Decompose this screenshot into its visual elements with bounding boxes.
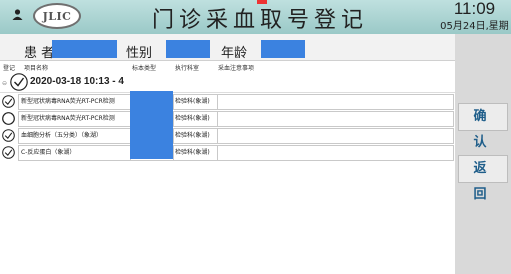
item-dept: 检验科(象湖)	[175, 98, 210, 105]
divider	[217, 95, 218, 109]
divider	[217, 129, 218, 143]
table-row[interactable]: 血细胞分析（五分类）（象湖） 检验科(象湖)	[18, 128, 454, 144]
row-check-icon[interactable]	[2, 146, 15, 159]
divider	[173, 112, 174, 126]
logo-text: JLIC	[42, 9, 72, 23]
item-dept: 检验科(象湖)	[175, 115, 210, 122]
age-label: 年龄	[221, 46, 248, 61]
group-check-icon[interactable]	[10, 73, 28, 91]
page-title: 门诊采血取号登记	[151, 8, 368, 33]
divider	[217, 112, 218, 126]
item-dept: 检验科(象湖)	[175, 132, 210, 139]
divider	[173, 129, 174, 143]
table-row[interactable]: 新型冠状病毒RNA荧光RT-PCR检测 检验科(象湖)	[18, 111, 454, 127]
group-header-text: 2020-03-18 10:13 - 4	[30, 76, 124, 87]
gender-mask	[166, 40, 210, 58]
sample-type-mask	[130, 91, 173, 159]
item-dept: 检验科(象湖)	[175, 149, 210, 156]
item-name: 新型冠状病毒RNA荧光RT-PCR检测	[21, 98, 115, 105]
divider	[173, 95, 174, 109]
age-mask	[261, 40, 305, 58]
jlic-logo: JLIC	[33, 3, 81, 29]
row-uncheck-icon[interactable]	[2, 112, 15, 125]
divider	[173, 146, 174, 160]
table-row[interactable]: C-反应蛋白（象湖） 检验科(象湖)	[18, 145, 454, 161]
patient-name-mask	[52, 40, 117, 58]
item-name: 新型冠状病毒RNA荧光RT-PCR检测	[21, 115, 115, 122]
divider	[217, 146, 218, 160]
row-check-icon[interactable]	[2, 95, 15, 108]
patient-name-label: 患 者	[24, 46, 55, 61]
person-icon	[12, 9, 23, 20]
expand-icon[interactable]: ⊖	[2, 80, 7, 87]
item-name: 血细胞分析（五分类）（象湖）	[21, 132, 103, 139]
gender-label: 性别	[126, 46, 153, 61]
table-row[interactable]: 新型冠状病毒RNA荧光RT-PCR检测 检验科(象湖)	[18, 94, 454, 110]
item-name: C-反应蛋白（象湖）	[21, 149, 76, 156]
row-check-icon[interactable]	[2, 129, 15, 142]
confirm-button[interactable]: 确 认	[458, 103, 508, 150]
back-button[interactable]: 返 回	[458, 155, 508, 202]
